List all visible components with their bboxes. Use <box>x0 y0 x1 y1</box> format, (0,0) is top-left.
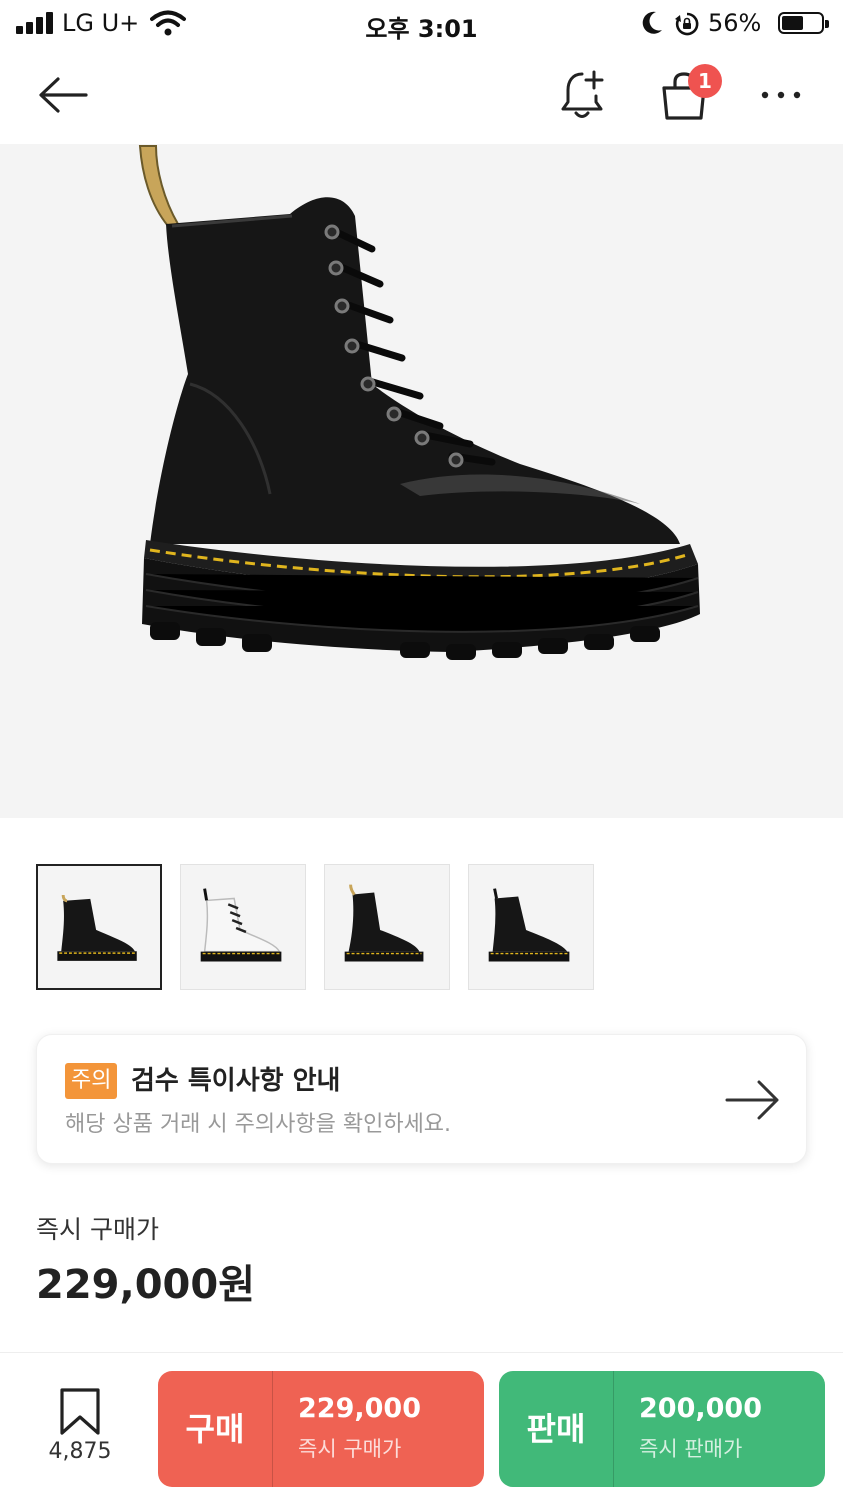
product-main-image[interactable] <box>0 144 843 818</box>
thumbnail-black-back[interactable] <box>324 864 450 990</box>
buy-button[interactable]: 구매 229,000 즉시 구매가 <box>158 1371 484 1487</box>
buy-caption: 즉시 구매가 <box>298 1437 402 1461</box>
notice-subtitle: 해당 상품 거래 시 주의사항을 확인하세요. <box>65 1112 452 1137</box>
buy-label: 구매 <box>185 1410 245 1448</box>
thumbnail-black-angle[interactable] <box>468 864 594 990</box>
cart-count-badge: 1 <box>688 64 722 98</box>
inspection-notice-card[interactable]: 주의 검수 특이사항 안내 해당 상품 거래 시 주의사항을 확인하세요. <box>36 1034 807 1164</box>
price-label: 즉시 구매가 <box>36 1215 159 1244</box>
rotation-lock-icon <box>675 12 699 36</box>
arrow-right-icon <box>725 1080 779 1120</box>
more-options-icon[interactable] <box>758 84 804 106</box>
bottom-action-bar: 4,875 구매 229,000 즉시 구매가 판매 200,000 즉시 판매… <box>0 1352 843 1500</box>
buy-amount: 229,000 <box>298 1393 421 1424</box>
sell-amount: 200,000 <box>639 1393 762 1424</box>
status-bar: LG U+ 오후 3:01 56% <box>0 0 843 48</box>
top-nav: 1 <box>0 48 843 144</box>
battery-percentage: 56% <box>708 9 762 37</box>
sell-button[interactable]: 판매 200,000 즉시 판매가 <box>499 1371 825 1487</box>
thumbnail-strip <box>36 864 806 990</box>
sell-label: 판매 <box>526 1410 586 1448</box>
wishlist-count: 4,875 <box>48 1439 112 1464</box>
boot-thumbnail <box>344 884 424 962</box>
boot-image <box>138 145 700 660</box>
bookmark-icon <box>60 1388 100 1435</box>
thumbnail-white[interactable] <box>180 864 306 990</box>
back-arrow-icon[interactable] <box>36 73 90 117</box>
do-not-disturb-icon <box>642 11 662 34</box>
boot-thumbnail <box>200 888 282 962</box>
thumbnail-black-side[interactable] <box>36 864 162 990</box>
boot-thumbnail <box>488 888 570 962</box>
battery-icon <box>778 12 829 34</box>
wishlist-button[interactable]: 4,875 <box>30 1387 130 1477</box>
boot-thumbnail <box>57 894 137 961</box>
notice-tag: 주의 <box>65 1063 118 1099</box>
notification-add-icon[interactable] <box>558 68 610 122</box>
divider <box>613 1371 614 1487</box>
sell-caption: 즉시 판매가 <box>639 1437 743 1461</box>
price-value: 229,000원 <box>36 1262 255 1308</box>
divider <box>272 1371 273 1487</box>
notice-title: 검수 특이사항 안내 <box>131 1066 341 1096</box>
